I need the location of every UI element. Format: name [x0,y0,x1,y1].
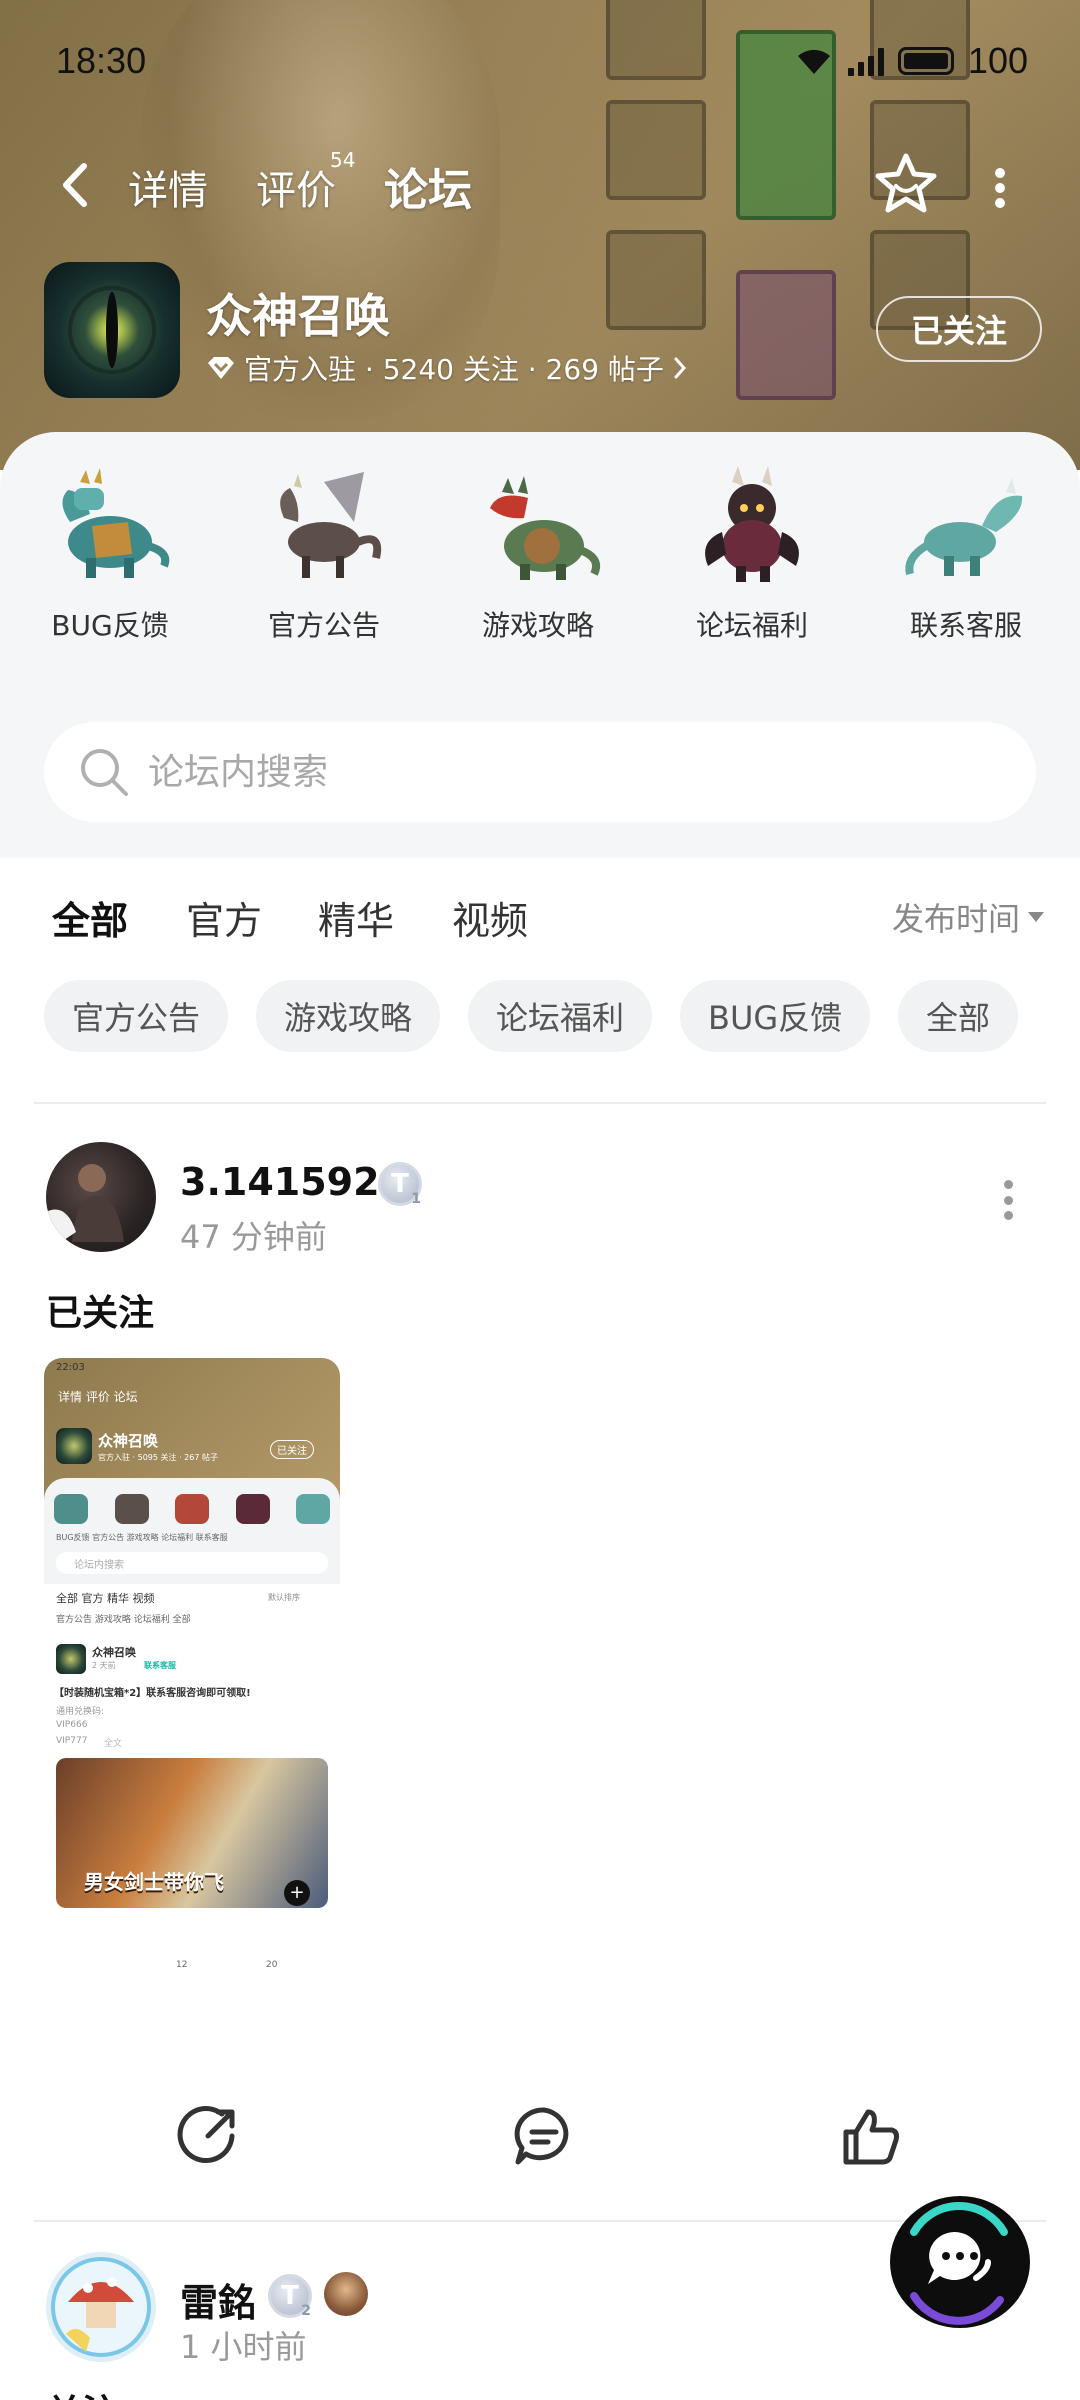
filter-tab-official[interactable]: 官方 [186,890,262,945]
wifi-icon [797,49,830,74]
chip-bug-feedback[interactable]: BUG反馈 [680,980,871,1052]
tab-forum[interactable]: 论坛 [384,154,478,218]
post-image-thumbnail[interactable]: 22:03 详情 评价 论坛 众神召唤 官方入驻 · 5095 关注 · 267… [44,1358,340,2016]
post-time: 47 分钟前 [180,1218,327,1256]
star-icon[interactable] [872,150,940,218]
game-name: 众神召唤 [206,289,390,343]
level-badge: T1 [378,1162,422,1207]
follow-button[interactable]: 已关注 [876,296,1042,362]
signal-icon [847,46,884,76]
post-card[interactable]: 3.1415926 T1 47 分钟前 已关注 22:03 详情 评价 论坛 众… [0,1108,1080,2018]
post-author[interactable]: 雷銘 [180,2272,256,2327]
tab-reviews[interactable]: 评价 [256,158,336,216]
category-bug-feedback[interactable]: BUG反馈 [10,462,210,642]
chip-all[interactable]: 全部 [898,980,1019,1052]
avatar[interactable] [46,2252,156,2362]
game-info: 众神召唤 官方入驻 · 5240 关注 · 269 帖子 已关注 [44,262,1044,402]
top-navigation: 详情 评价 54 论坛 [0,140,1080,230]
level-badge: T2 [268,2274,312,2319]
post-action-bar [0,2104,1080,2194]
forum-search-bar[interactable] [44,722,1036,822]
category-contact-support[interactable]: 联系客服 [866,462,1066,642]
dragon-icon [62,468,170,578]
more-vertical-icon[interactable] [998,1180,1018,1220]
category-row: BUG反馈 官方公告 游戏攻略 论坛福利 联系客服 [0,462,1080,642]
chip-game-guide[interactable]: 游戏攻略 [256,980,441,1052]
comment-icon[interactable] [512,2104,576,2168]
tab-details[interactable]: 详情 [128,158,208,216]
chip-official-notice[interactable]: 官方公告 [44,980,229,1052]
battery-level: 100 [967,40,1028,81]
share-icon[interactable] [176,2104,240,2168]
post-title[interactable]: 已关注 [46,1284,154,1336]
post-time: 1 小时前 [180,2328,307,2366]
search-input[interactable] [148,751,948,793]
status-bar: 18:30 100 [0,0,1080,125]
sort-dropdown[interactable]: 发布时间 [892,894,1044,940]
avatar[interactable] [46,1142,156,1252]
dragon-icon [280,472,382,578]
filter-tabs: 全部 官方 精华 视频 发布时间 [0,858,1080,978]
post-title[interactable]: 关注 [46,2384,118,2400]
user-badge-avatar [324,2272,368,2316]
thumbs-up-icon[interactable] [838,2104,902,2168]
caret-down-icon [1028,912,1044,922]
diamond-icon [208,357,234,379]
dragon-icon [905,478,1023,576]
game-meta-text: 官方入驻 · 5240 关注 · 269 帖子 [244,353,664,386]
review-count-badge: 54 [330,148,356,172]
status-time: 18:30 [56,40,147,81]
more-vertical-icon[interactable] [980,164,1020,212]
category-game-guide[interactable]: 游戏攻略 [438,462,638,642]
post-author[interactable]: 3.1415926 [180,1160,406,1204]
dragon-icon [705,466,799,582]
plus-icon: + [284,1880,310,1906]
chevron-left-icon[interactable] [56,160,96,210]
divider [34,1102,1046,1104]
game-icon[interactable] [44,262,180,398]
new-post-fab[interactable] [884,2192,1034,2332]
tag-chip-row: 官方公告 游戏攻略 论坛福利 BUG反馈 全部 [44,980,1054,1052]
sort-label: 发布时间 [891,900,1020,938]
post-feed: 全部 官方 精华 视频 发布时间 官方公告 游戏攻略 论坛福利 BUG反馈 全部 [0,858,1080,2400]
chip-forum-benefits[interactable]: 论坛福利 [468,980,653,1052]
search-icon [81,749,128,796]
filter-tab-video[interactable]: 视频 [452,890,528,945]
thumbnail-game-icon [56,1428,92,1464]
category-forum-benefits[interactable]: 论坛福利 [652,462,852,642]
forum-content: BUG反馈 官方公告 游戏攻略 论坛福利 联系客服 论坛内搜索 全部 官方 精华… [0,432,1080,2400]
chat-bubble-icon [890,2196,1030,2328]
chevron-right-icon [674,357,686,379]
game-meta-link[interactable]: 官方入驻 · 5240 关注 · 269 帖子 [206,348,688,388]
dragon-icon [490,476,601,580]
category-official-notice[interactable]: 官方公告 [224,462,424,642]
battery-icon [897,47,954,75]
filter-tab-featured[interactable]: 精华 [318,890,394,945]
filter-tab-all[interactable]: 全部 [52,890,128,949]
